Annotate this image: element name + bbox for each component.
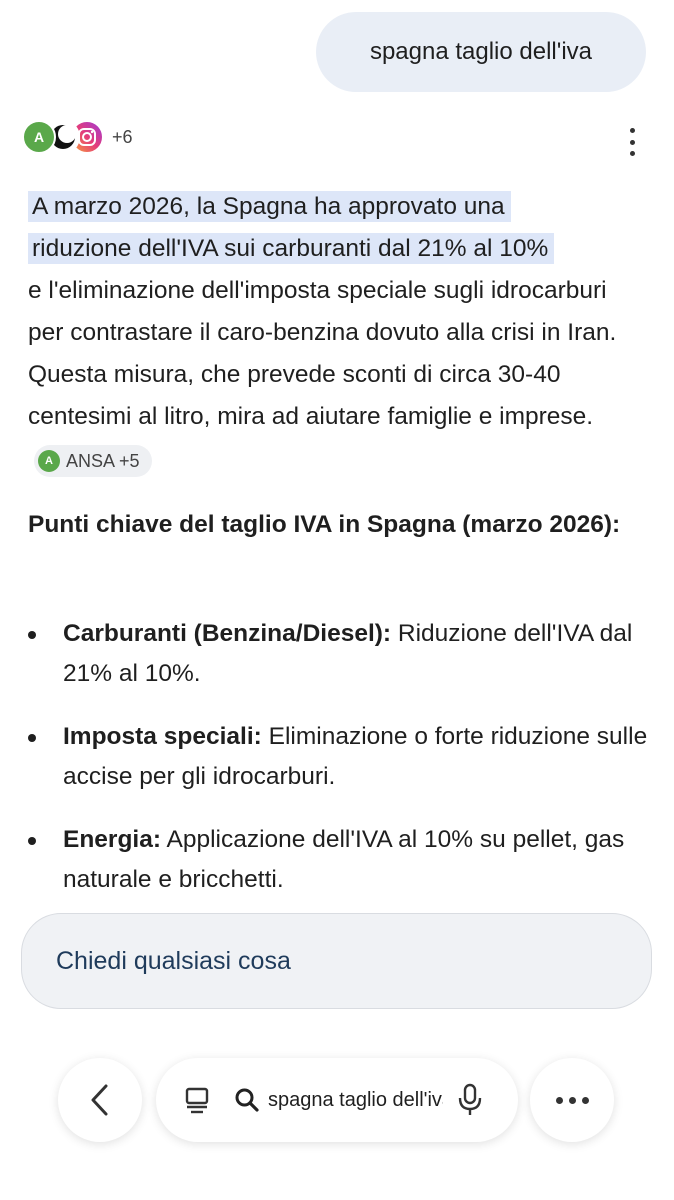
citation-label: ANSA +5 <box>66 451 140 471</box>
user-query-bubble: spagna taglio dell'iva <box>316 12 646 92</box>
address-bar-text: spagna taglio dell'iva <box>268 1088 443 1111</box>
bullet-dot <box>28 837 36 845</box>
conversation-area: spagna taglio dell'iva A +6 A marzo 2026… <box>0 0 674 893</box>
list-item: Carburanti (Benzina/Diesel): Riduzione d… <box>28 614 648 694</box>
bullet-title: Energia: <box>63 826 162 853</box>
ask-input[interactable]: Chiedi qualsiasi cosa <box>21 913 652 1009</box>
answer-rest: e l'eliminazione dell'imposta speciale s… <box>28 277 617 430</box>
chevron-left-icon <box>91 1084 108 1116</box>
section-title: Punti chiave del taglio IVA in Spagna (m… <box>28 511 621 538</box>
bullet-dot <box>28 631 36 639</box>
more-dots-icon <box>555 1096 589 1104</box>
back-button[interactable] <box>58 1058 142 1142</box>
ansa-icon-letter: A <box>33 129 45 145</box>
answer-highlight-line2: riduzione dell'IVA sui carburanti dal 21… <box>28 233 555 264</box>
ansa-chip-icon: A <box>38 450 60 472</box>
answer-highlight-line1: A marzo 2026, la Spagna ha approvato una <box>28 191 511 222</box>
list-item: Imposta speciali: Eliminazione o forte r… <box>28 717 648 797</box>
bullet-title: Imposta speciali: <box>63 723 262 750</box>
bullet-dot <box>28 734 36 742</box>
sources-more-count: +6 <box>112 126 133 147</box>
bullet-title: Carburanti (Benzina/Diesel): <box>63 620 392 647</box>
citation-chip[interactable]: A ANSA +5 <box>34 445 152 477</box>
search-icon <box>235 1088 259 1112</box>
answer-paragraph: A marzo 2026, la Spagna ha approvato una… <box>28 186 648 480</box>
microphone-icon[interactable] <box>457 1083 483 1117</box>
more-options-icon[interactable] <box>620 128 644 156</box>
more-menu-button[interactable] <box>530 1058 614 1142</box>
ask-input-placeholder: Chiedi qualsiasi cosa <box>56 946 291 975</box>
sources-row[interactable]: A +6 <box>22 120 133 154</box>
reader-mode-icon[interactable] <box>182 1085 212 1115</box>
ansa-icon: A <box>22 120 56 154</box>
key-points-list: Carburanti (Benzina/Diesel): Riduzione d… <box>28 614 648 893</box>
list-item: Energia: Applicazione dell'IVA al 10% su… <box>28 820 648 893</box>
address-bar[interactable]: spagna taglio dell'iva <box>156 1058 518 1142</box>
user-query-text: spagna taglio dell'iva <box>369 38 593 65</box>
